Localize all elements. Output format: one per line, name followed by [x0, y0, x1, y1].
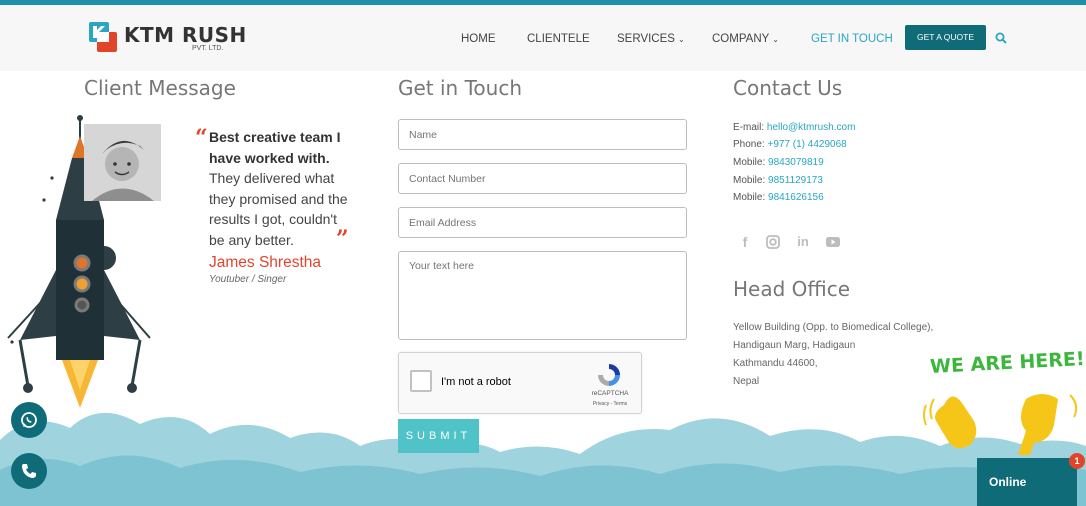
recaptcha-label: I'm not a robot — [441, 376, 511, 388]
contact-mobile-label: Mobile: — [733, 192, 769, 203]
email-field[interactable] — [398, 207, 687, 238]
whatsapp-button[interactable] — [11, 402, 47, 438]
get-in-touch-title: Get in Touch — [398, 76, 522, 100]
client-message-title: Client Message — [84, 76, 236, 100]
logo-sub: PVT. LTD. — [192, 45, 224, 52]
site-header: KTM RUSH PVT. LTD. HOME CLIENTELE SERVIC… — [0, 5, 1086, 71]
contact-phone-label: Phone: — [733, 139, 768, 150]
nav-get-in-touch[interactable]: GET IN TOUCH — [811, 33, 893, 45]
contact-number-field[interactable] — [398, 163, 687, 194]
contact-mobile-label: Mobile: — [733, 157, 769, 168]
name-field[interactable] — [398, 119, 687, 150]
logo-name: KTM RUSH — [124, 23, 247, 47]
head-office-title: Head Office — [733, 277, 851, 301]
we-are-here-banner: WE ARE HERE! — [929, 347, 1086, 379]
online-chat-button[interactable]: Online — [977, 458, 1077, 506]
logo-mark-icon — [89, 22, 117, 52]
contact-mobile-link[interactable]: 9851129173 — [768, 175, 823, 186]
nav-services[interactable]: SERVICES ⌄ — [617, 33, 685, 45]
linkedin-icon[interactable]: in — [795, 234, 811, 250]
client-role: Youtuber / Singer — [209, 274, 287, 285]
contact-mobile-label: Mobile: — [733, 175, 769, 186]
nav-company[interactable]: COMPANY ⌄ — [712, 33, 779, 45]
phone-icon — [22, 464, 36, 478]
pointing-hands-icon — [923, 394, 1078, 455]
chevron-down-icon: ⌄ — [677, 35, 685, 44]
client-quote-highlight: Best creative team I have worked with. — [209, 129, 341, 166]
avatar — [84, 124, 161, 201]
search-icon[interactable] — [995, 32, 1007, 44]
chevron-down-icon: ⌄ — [772, 35, 779, 44]
submit-button[interactable]: SUBMIT — [398, 419, 479, 453]
youtube-icon[interactable] — [825, 234, 841, 250]
facebook-icon[interactable]: f — [737, 234, 753, 250]
nav-company-label: COMPANY — [712, 33, 770, 45]
contact-mobile-2: Mobile: 9851129173 — [733, 175, 823, 186]
recaptcha-brand: reCAPTCHA — [591, 390, 629, 397]
address-line: Nepal — [733, 376, 760, 387]
contact-email-label: E-mail: — [733, 122, 767, 133]
client-name: James Shrestha — [209, 254, 321, 271]
nav-home[interactable]: HOME — [461, 33, 496, 45]
client-quote: Best creative team I have worked with. T… — [209, 127, 349, 250]
contact-mobile-link[interactable]: 9841626156 — [768, 192, 824, 203]
contact-email: E-mail: hello@ktmrush.com — [733, 122, 855, 133]
recaptcha-checkbox[interactable] — [410, 370, 432, 392]
contact-us-title: Contact Us — [733, 76, 843, 100]
client-quote-body: They delivered what they promised and th… — [209, 170, 348, 248]
instagram-icon[interactable] — [765, 234, 781, 250]
contact-email-link[interactable]: hello@ktmrush.com — [767, 122, 856, 133]
contact-mobile-3: Mobile: 9841626156 — [733, 192, 824, 203]
contact-mobile-1: Mobile: 9843079819 — [733, 157, 824, 168]
nav-services-label: SERVICES — [617, 33, 675, 45]
close-quote-icon: ” — [336, 226, 349, 252]
contact-phone-link[interactable]: +977 (1) 4429068 — [767, 139, 846, 150]
open-quote-icon: “ — [195, 125, 208, 151]
nav-clientele[interactable]: CLIENTELE — [527, 33, 590, 45]
address-line: Kathmandu 44600, — [733, 358, 818, 369]
recaptcha-icon — [598, 364, 620, 386]
message-field[interactable] — [398, 251, 687, 340]
notification-badge: 1 — [1069, 453, 1085, 469]
contact-mobile-link[interactable]: 9843079819 — [768, 157, 824, 168]
get-a-quote-button[interactable]: GET A QUOTE — [905, 25, 986, 50]
contact-phone: Phone: +977 (1) 4429068 — [733, 139, 847, 150]
address-line: Yellow Building (Opp. to Biomedical Coll… — [733, 322, 934, 333]
call-button[interactable] — [11, 453, 47, 489]
address-line: Handigaun Marg, Hadigaun — [733, 340, 856, 351]
whatsapp-icon — [21, 412, 37, 428]
